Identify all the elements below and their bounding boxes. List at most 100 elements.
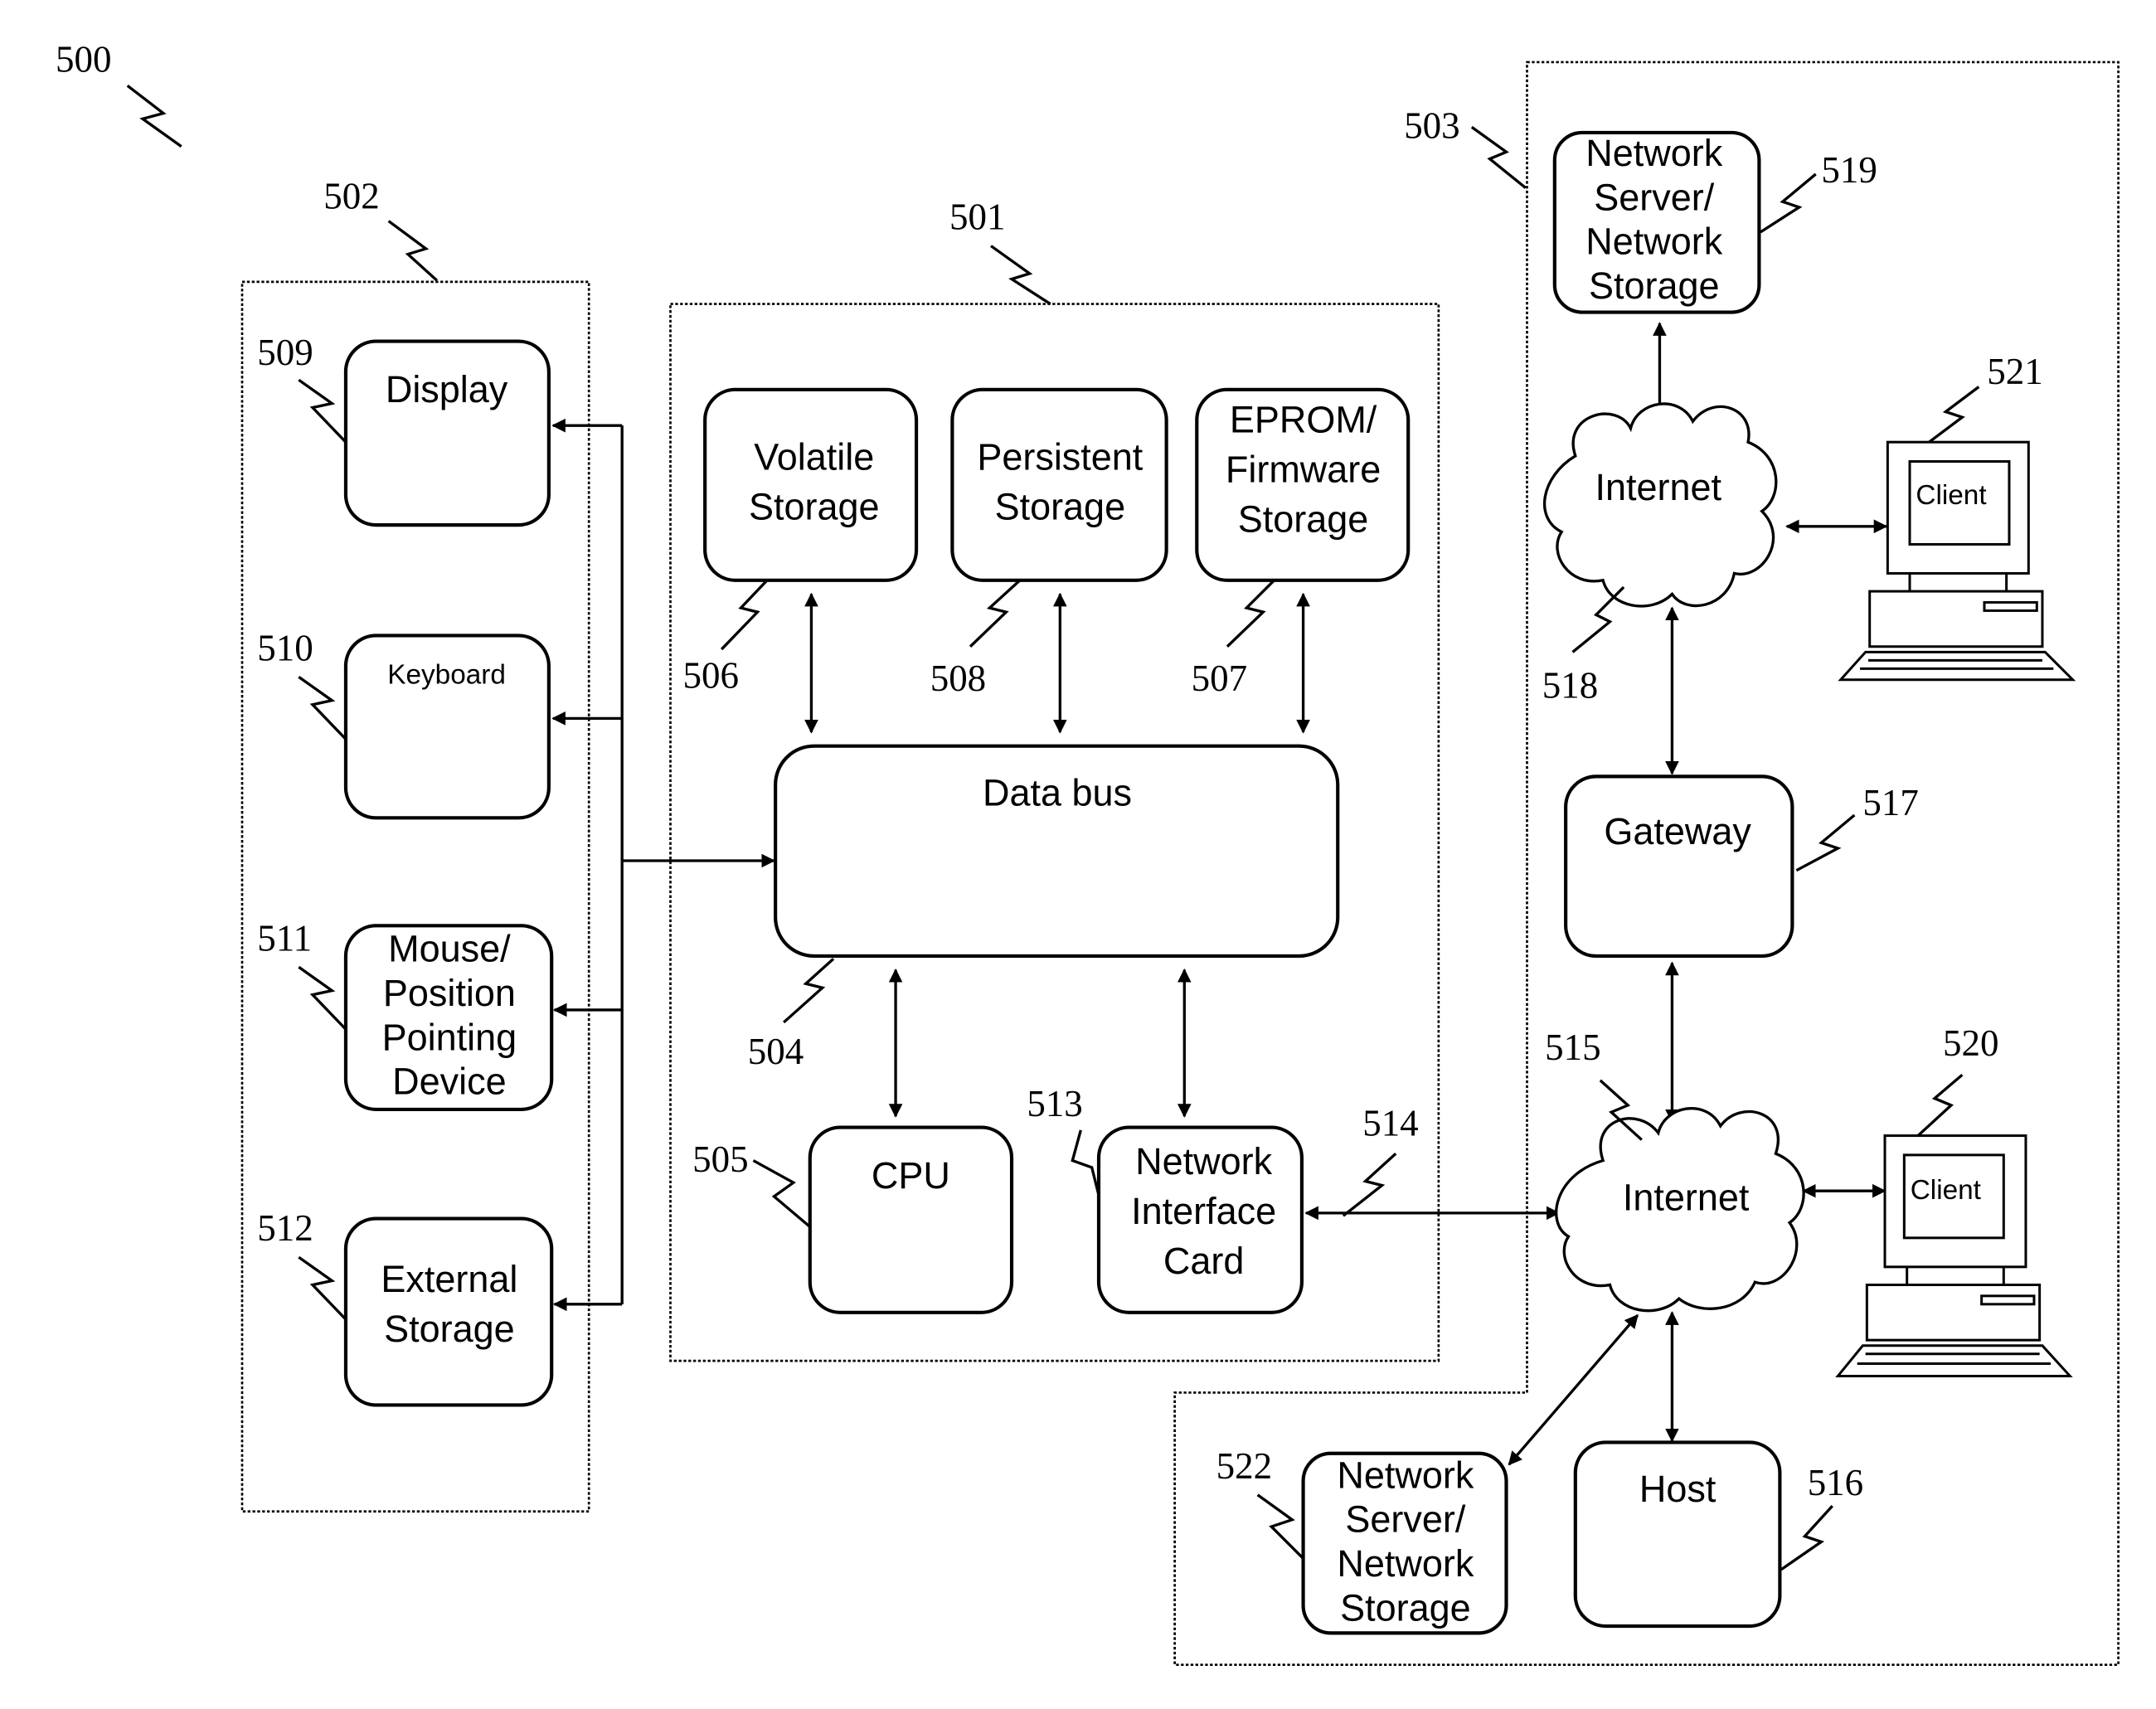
cpu-ref: 505 <box>692 1139 748 1180</box>
server-bottom-label-4: Storage <box>1340 1586 1471 1629</box>
client-top-node: Client 521 <box>1838 351 2076 682</box>
mouse-label-3: Pointing <box>382 1016 517 1058</box>
eprom-storage-node: EPROM/ Firmware Storage 507 <box>1192 387 1411 699</box>
volatile-label-2: Storage <box>749 485 880 527</box>
drive-slot <box>1983 600 2038 612</box>
leader <box>1916 1073 1964 1137</box>
external-storage-label-2: Storage <box>384 1308 515 1350</box>
gateway-label: Gateway <box>1604 810 1751 852</box>
leader <box>298 378 347 444</box>
link-ref: 514 <box>1362 1103 1418 1144</box>
figure-ref: 500 <box>56 39 111 80</box>
mouse-label-1: Mouse/ <box>388 928 511 970</box>
persistent-label-2: Storage <box>995 485 1126 527</box>
host-node: Host 516 <box>1573 1440 1863 1629</box>
internet-bottom-label: Internet <box>1623 1177 1750 1219</box>
leader <box>1470 125 1527 189</box>
leader <box>298 1255 347 1321</box>
nic-label-3: Card <box>1163 1240 1244 1282</box>
databus-label: Data bus <box>983 771 1132 813</box>
client-top-ref: 521 <box>1987 351 2042 392</box>
server-top-ref: 519 <box>1821 149 1877 191</box>
nic-node: Network Interface Card 513 <box>1027 1083 1304 1314</box>
leader <box>720 579 769 651</box>
cpu-node: CPU 505 <box>692 1125 1014 1314</box>
eprom-ref: 507 <box>1192 658 1247 699</box>
mouse-label-2: Position <box>383 972 516 1014</box>
leader <box>783 958 835 1024</box>
eprom-label-3: Storage <box>1238 498 1369 540</box>
internet-top-node: Internet 518 <box>1542 402 1778 706</box>
server-bottom-label-2: Server/ <box>1345 1498 1465 1541</box>
server-bottom-label-1: Network <box>1337 1454 1474 1496</box>
eprom-label-2: Firmware <box>1226 448 1381 490</box>
server-bottom-node: Network Server/ Network Storage 522 <box>1216 1445 1508 1635</box>
cpu-case-icon <box>1865 1283 2042 1342</box>
persistent-ref: 508 <box>930 658 986 699</box>
leader <box>1780 1504 1833 1571</box>
mouse-node: Mouse/ Position Pointing Device 511 <box>257 917 554 1111</box>
leader <box>1226 579 1275 648</box>
nic-label-1: Network <box>1135 1140 1272 1182</box>
leader <box>1071 1129 1100 1196</box>
leader <box>990 245 1051 305</box>
internet-top-ref: 518 <box>1542 664 1598 706</box>
leader <box>298 965 347 1031</box>
external-storage-ref: 512 <box>257 1207 313 1249</box>
server-bottom-label-3: Network <box>1337 1542 1474 1585</box>
volatile-label-1: Volatile <box>754 435 874 478</box>
gateway-node: Gateway 517 <box>1564 774 1919 959</box>
databus-node: Data bus 504 <box>748 744 1340 1072</box>
client-top-label: Client <box>1916 480 1987 511</box>
computer-group-ref: 501 <box>949 197 1005 238</box>
display-node: Display 509 <box>257 332 551 527</box>
keyboard-icon <box>1835 1344 2073 1377</box>
display-ref: 509 <box>257 332 313 373</box>
external-storage-node: External Storage 512 <box>257 1207 554 1407</box>
keyboard-keys <box>1860 658 2054 670</box>
mouse-ref: 511 <box>257 917 312 959</box>
eprom-label-1: EPROM/ <box>1230 398 1377 440</box>
server-top-label-4: Storage <box>1589 265 1720 307</box>
leader <box>752 1159 811 1228</box>
display-label: Display <box>386 368 508 410</box>
network-group-ref: 503 <box>1404 105 1459 147</box>
host-ref: 516 <box>1808 1462 1863 1503</box>
volatile-ref: 506 <box>682 655 738 697</box>
leader <box>969 579 1022 648</box>
cpu-label: CPU <box>872 1154 950 1197</box>
leader <box>1928 386 1980 444</box>
gateway-box <box>1564 774 1794 959</box>
mouse-label-4: Device <box>392 1061 506 1103</box>
diagram-canvas: 500 502 501 503 Display 509 Keyboard 510… <box>0 0 2156 1709</box>
figure-ref-leader <box>126 84 182 148</box>
persistent-storage-node: Persistent Storage 508 <box>930 387 1168 699</box>
leader <box>1795 813 1856 872</box>
server-top-label-1: Network <box>1585 132 1722 174</box>
drive-slot <box>1980 1294 2036 1306</box>
leader <box>387 220 439 282</box>
monitor-stand <box>1908 573 2008 592</box>
gateway-ref: 517 <box>1862 782 1918 823</box>
server-bottom-ref: 522 <box>1216 1445 1272 1487</box>
keyboard-ref: 510 <box>257 627 313 668</box>
keyboard-label: Keyboard <box>387 660 506 691</box>
system-diagram: 500 502 501 503 Display 509 Keyboard 510… <box>56 39 2120 1667</box>
server-top-label-2: Server/ <box>1594 176 1714 218</box>
cpu-case-icon <box>1868 590 2044 648</box>
server-top-node: Network Server/ Network Storage 519 <box>1552 130 1877 314</box>
peripherals-group-ref: 502 <box>323 176 379 217</box>
internet-bottom-node: Internet 515 <box>1545 1027 1805 1313</box>
external-storage-label-1: External <box>381 1258 517 1300</box>
persistent-label-1: Persistent <box>977 435 1143 478</box>
keyboard-keys <box>1857 1352 2051 1365</box>
databus-ref: 504 <box>748 1031 804 1072</box>
keyboard-node: Keyboard 510 <box>257 627 551 820</box>
leader <box>1342 1152 1397 1217</box>
host-label: Host <box>1639 1468 1717 1510</box>
volatile-storage-node: Volatile Storage 506 <box>682 387 919 697</box>
leader <box>298 676 347 740</box>
client-bottom-ref: 520 <box>1943 1022 1998 1064</box>
server-top-label-3: Network <box>1585 221 1722 263</box>
internet-top-label: Internet <box>1595 466 1722 508</box>
